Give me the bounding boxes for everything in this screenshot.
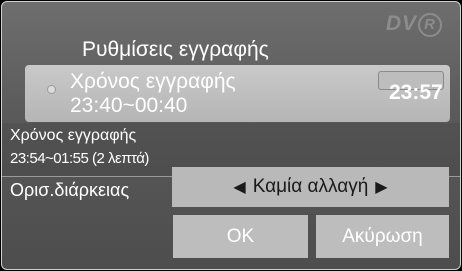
ok-button[interactable]: OK: [173, 215, 308, 258]
recording-time-panel[interactable]: Χρόνος εγγραφής 23:40~00:40 23:57: [25, 65, 450, 122]
current-time: 23:57: [389, 81, 443, 104]
info-recording-time-range: 23:54~01:55 (2 λεπτά): [10, 150, 149, 167]
info-recording-time-label: Χρόνος εγγραφής: [10, 127, 137, 144]
cancel-button[interactable]: Ακύρωση: [316, 215, 449, 258]
recording-time-range: 23:40~00:40: [70, 94, 188, 117]
recording-settings-dialog: DV R Ρυθμίσεις εγγραφής Χρόνος εγγραφής 2…: [1, 1, 461, 270]
duration-selector[interactable]: ◀ Καμία αλλαγή ▶: [172, 167, 449, 207]
arrow-left-icon[interactable]: ◀: [233, 177, 245, 197]
record-indicator-icon: [47, 85, 56, 94]
dialog-title: Ρυθμίσεις εγγραφής: [82, 38, 269, 61]
dvr-logo-badge: R: [418, 13, 442, 37]
duration-setting-label: Ορισ.διάρκειας: [10, 180, 130, 200]
duration-value: Καμία αλλαγή: [252, 176, 369, 197]
recording-time-label: Χρόνος εγγραφής: [70, 70, 236, 93]
dvr-logo: DV R: [386, 12, 442, 37]
arrow-right-icon[interactable]: ▶: [375, 177, 387, 197]
dvr-logo-text: DV: [385, 12, 417, 35]
